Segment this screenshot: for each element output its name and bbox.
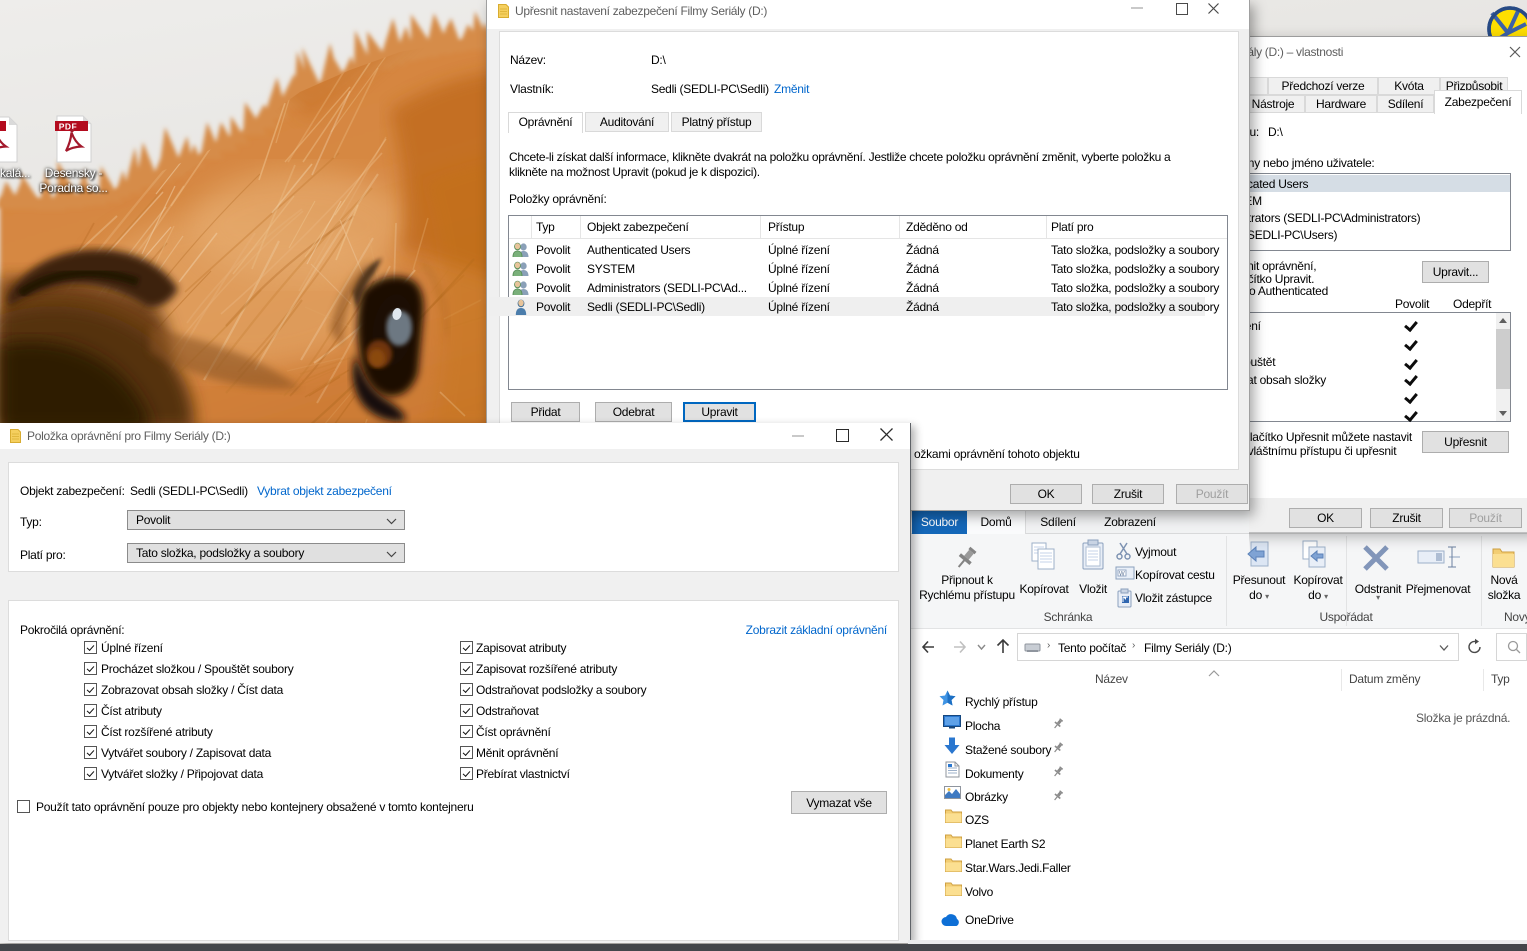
svg-text:PDF: PDF	[59, 122, 78, 132]
svg-text:W: W	[1119, 572, 1125, 578]
